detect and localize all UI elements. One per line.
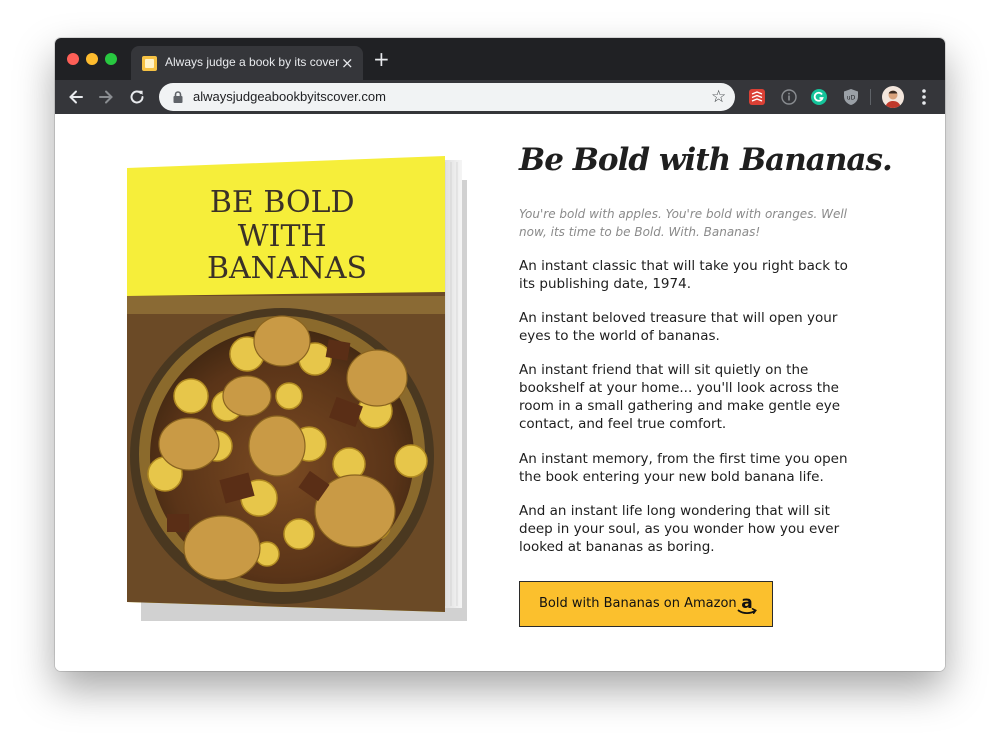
tab-close-icon[interactable]: × [341,54,354,72]
close-window-button[interactable] [67,53,79,65]
book-favicon-icon [142,56,157,71]
tab-active[interactable]: Always judge a book by its cover × [131,46,363,80]
url-text: alwaysjudgeabookbyitscover.com [193,89,386,104]
browser-window: Always judge a book by its cover × + alw… [55,38,945,671]
reload-icon[interactable] [128,88,146,106]
cover-title-line-2: WITH [238,219,327,254]
description-paragraph: An instant friend that will sit quietly … [519,362,841,432]
buy-button-label: Bold with Bananas on Amazon [539,596,737,611]
lock-icon [173,91,183,103]
toolbar-separator [870,89,871,105]
kebab-menu-icon[interactable] [921,88,927,106]
bookmark-star-icon[interactable]: ☆ [711,87,726,107]
ublock-shield-icon[interactable]: uD [842,88,860,106]
minimize-window-button[interactable] [86,53,98,65]
forward-arrow-icon[interactable] [97,88,115,106]
page-content: BE BOLD WITH BANANAS Be Bold with Banana… [55,114,945,671]
page-title: Be Bold with Bananas. [519,142,893,178]
description-paragraph: An instant classic that will take you ri… [519,258,848,292]
amazon-icon: a [737,593,757,615]
profile-avatar[interactable] [882,86,904,108]
svg-text:a: a [741,593,752,613]
address-bar[interactable]: alwaysjudgeabookbyitscover.com ☆ [159,83,735,111]
svg-text:uD: uD [847,95,856,102]
description-paragraph: An instant beloved treasure that will op… [519,310,838,344]
back-arrow-icon[interactable] [67,88,85,106]
cover-title-line-3: BANANAS [207,251,367,286]
info-extension-icon[interactable] [780,88,798,106]
maximize-window-button[interactable] [105,53,117,65]
buy-on-amazon-button[interactable]: Bold with Bananas on Amazon a [519,581,773,627]
description-paragraph: And an instant life long wondering that … [519,503,840,555]
book-cover-image: BE BOLD WITH BANANAS [127,156,467,621]
tab-title: Always judge a book by its cover [165,55,340,69]
todoist-extension-icon[interactable] [748,88,766,106]
cover-title-line-1: BE BOLD [210,185,355,220]
person-icon [885,90,901,108]
tab-bar: Always judge a book by its cover × + [55,38,945,80]
new-tab-button[interactable]: + [373,48,390,70]
browser-toolbar: alwaysjudgeabookbyitscover.com ☆ uD [55,80,945,114]
grammarly-extension-icon[interactable] [810,88,828,106]
tagline: You're bold with apples. You're bold wit… [519,207,847,239]
description-paragraph: An instant memory, from the first time y… [519,451,848,485]
